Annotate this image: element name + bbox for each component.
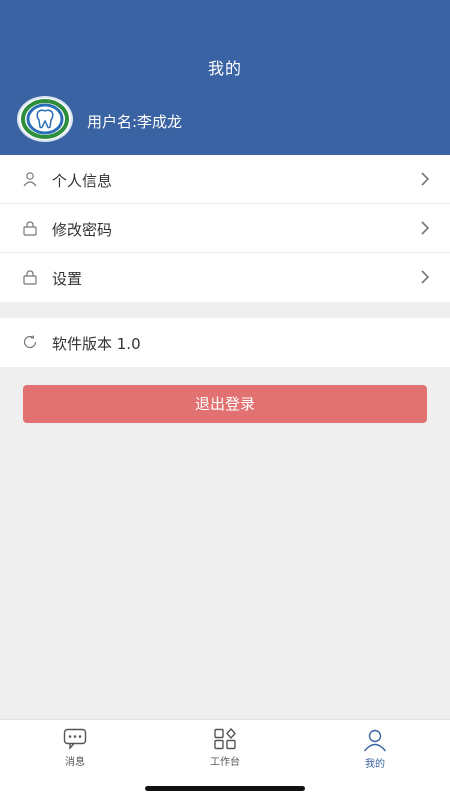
page-title: 我的: [207, 59, 242, 78]
header-bar: 我的 用户名:李成龙: [0, 0, 450, 155]
avatar[interactable]: [17, 96, 73, 142]
lock-icon: [23, 221, 37, 236]
version-row: 软件版本 1.0: [0, 318, 450, 367]
user-icon: [363, 729, 387, 752]
refresh-icon: [23, 335, 37, 349]
tab-workbench[interactable]: 工作台: [185, 728, 265, 768]
lock-icon: [23, 270, 37, 285]
home-indicator: [145, 786, 305, 791]
chevron-right-icon: [421, 270, 430, 284]
logout-button[interactable]: 退出登录: [23, 385, 427, 423]
menu-item-label: 设置: [52, 270, 83, 288]
tab-label: 工作台: [210, 757, 240, 768]
tab-messages[interactable]: 消息: [35, 728, 115, 768]
tab-label: 我的: [365, 759, 385, 770]
version-item[interactable]: 软件版本 1.0: [0, 318, 450, 367]
chevron-right-icon: [421, 221, 430, 235]
message-icon: [63, 728, 87, 750]
grid-icon: [214, 728, 236, 750]
user-icon: [23, 172, 37, 187]
tab-label: 消息: [65, 757, 85, 768]
menu-item-settings[interactable]: 设置: [0, 253, 450, 302]
menu-item-label: 修改密码: [52, 221, 113, 239]
chevron-right-icon: [421, 172, 430, 186]
settings-menu: 个人信息 修改密码 设置: [0, 155, 450, 302]
version-label: 软件版本 1.0: [52, 335, 141, 353]
menu-item-label: 个人信息: [52, 172, 113, 190]
tooth-logo-icon: [21, 99, 69, 139]
tab-mine[interactable]: 我的: [335, 728, 415, 770]
menu-item-profile[interactable]: 个人信息: [0, 155, 450, 204]
username: 用户名:李成龙: [87, 113, 183, 131]
menu-item-change-password[interactable]: 修改密码: [0, 204, 450, 253]
